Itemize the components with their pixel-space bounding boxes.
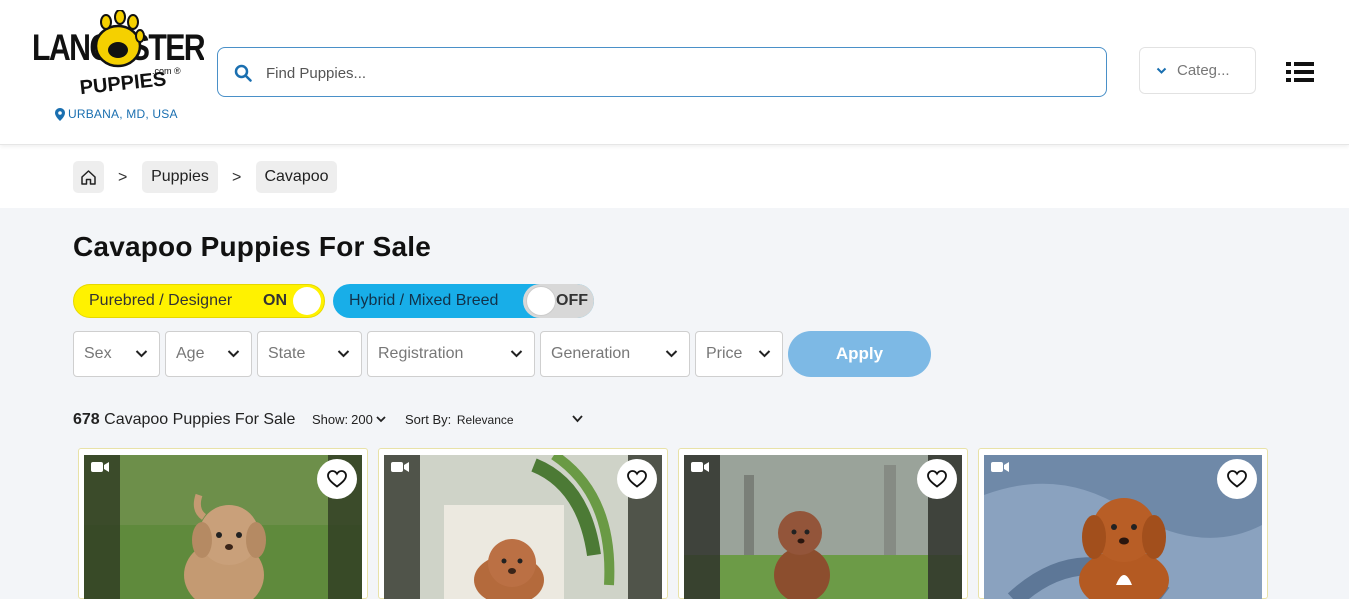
show-label: Show: <box>312 412 349 427</box>
puppy-card[interactable] <box>678 448 968 599</box>
location-text: URBANA, MD, USA <box>68 107 178 121</box>
location[interactable]: URBANA, MD, USA <box>55 107 178 121</box>
video-camera-icon <box>391 462 409 472</box>
filter-generation[interactable]: Generation <box>540 331 690 377</box>
chevron-down-icon <box>337 350 350 358</box>
chevron-down-icon <box>665 350 678 358</box>
search-icon <box>234 64 252 82</box>
show-dropdown[interactable]: Show: 200 <box>312 412 386 427</box>
favorite-button[interactable] <box>1217 459 1257 499</box>
breadcrumb-separator: > <box>232 169 242 186</box>
chevron-down-icon[interactable] <box>572 415 583 423</box>
filter-label: State <box>268 345 306 362</box>
sort-label: Sort By: <box>405 412 452 427</box>
filter-label: Sex <box>84 345 112 362</box>
favorite-button[interactable] <box>917 459 957 499</box>
hybrid-toggle-label: Hybrid / Mixed Breed <box>349 292 499 309</box>
search-input[interactable] <box>266 62 1086 84</box>
results-count-number: 678 <box>73 411 100 428</box>
puppy-card[interactable] <box>378 448 668 599</box>
map-pin-icon <box>55 107 65 121</box>
video-camera-icon <box>991 462 1009 472</box>
apply-button[interactable]: Apply <box>788 331 931 377</box>
filter-label: Price <box>706 345 743 362</box>
purebred-toggle-label: Purebred / Designer <box>89 292 233 309</box>
sort-dropdown[interactable]: Sort By: Relevance <box>405 412 514 427</box>
filter-label: Registration <box>378 345 464 362</box>
puppy-card[interactable] <box>978 448 1268 599</box>
favorite-button[interactable] <box>617 459 657 499</box>
filter-state[interactable]: State <box>257 331 362 377</box>
filter-price[interactable]: Price <box>695 331 783 377</box>
breadcrumb-cavapoo[interactable]: Cavapoo <box>256 161 337 193</box>
list-menu-icon[interactable] <box>1286 60 1314 84</box>
breadcrumb-home[interactable] <box>73 161 104 193</box>
chevron-down-icon <box>510 350 523 358</box>
chevron-down-icon <box>758 350 771 358</box>
filter-age[interactable]: Age <box>165 331 252 377</box>
paw-icon <box>94 10 145 68</box>
breadcrumb-separator: > <box>118 169 128 186</box>
results-count: 678 Cavapoo Puppies For Sale <box>73 411 295 429</box>
site-header: LANCASTER PUPPIES .com ® URBANA, MD, USA <box>0 0 1349 145</box>
heart-icon <box>627 470 647 488</box>
favorite-button[interactable] <box>317 459 357 499</box>
chevron-down-icon <box>1156 67 1167 74</box>
filter-sex[interactable]: Sex <box>73 331 160 377</box>
category-label: Categ... <box>1177 62 1230 79</box>
show-value: 200 <box>351 412 373 427</box>
heart-icon <box>1227 470 1247 488</box>
listing-section: Cavapoo Puppies For Sale Purebred / Desi… <box>0 208 1349 599</box>
site-logo[interactable]: LANCASTER PUPPIES .com ® <box>32 10 204 98</box>
purebred-toggle[interactable]: Purebred / Designer ON <box>73 284 325 318</box>
filter-label: Age <box>176 345 205 362</box>
chevron-down-icon <box>135 350 148 358</box>
sort-value: Relevance <box>456 413 514 427</box>
chevron-down-icon <box>376 416 386 423</box>
home-icon <box>81 169 96 185</box>
breadcrumb: > Puppies > Cavapoo <box>0 146 1349 208</box>
hybrid-toggle[interactable]: Hybrid / Mixed Breed OFF <box>333 284 594 318</box>
breadcrumb-puppies[interactable]: Puppies <box>142 161 218 193</box>
category-dropdown[interactable]: Categ... <box>1139 47 1256 94</box>
hybrid-toggle-state: OFF <box>556 292 588 309</box>
toggle-knob <box>293 287 321 315</box>
results-count-suffix: Cavapoo Puppies For Sale <box>104 411 296 428</box>
logo-domain: .com ® <box>152 66 181 76</box>
purebred-toggle-state: ON <box>263 292 287 309</box>
video-camera-icon <box>691 462 709 472</box>
heart-icon <box>327 470 347 488</box>
filter-registration[interactable]: Registration <box>367 331 535 377</box>
search-box <box>217 47 1107 97</box>
chevron-down-icon <box>227 350 240 358</box>
toggle-knob <box>526 286 556 316</box>
page-title: Cavapoo Puppies For Sale <box>73 231 431 262</box>
video-camera-icon <box>91 462 109 472</box>
filter-label: Generation <box>551 345 631 362</box>
puppy-card[interactable] <box>78 448 368 599</box>
heart-icon <box>927 470 947 488</box>
